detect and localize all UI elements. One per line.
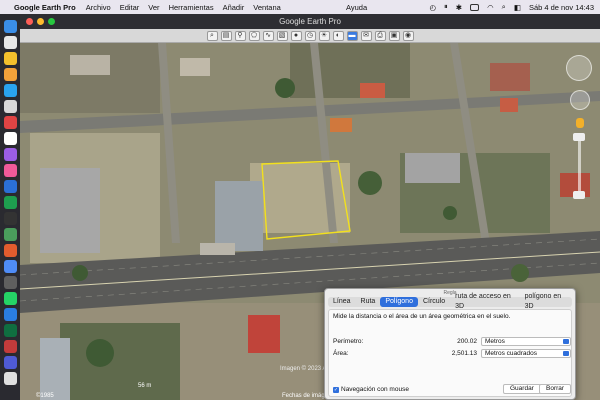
area-row: Área: 2,501.13 Metros cuadrados: [333, 349, 571, 358]
add-polygon-icon[interactable]: ⬠: [248, 30, 260, 41]
zoom-in-button[interactable]: [573, 133, 585, 141]
search-panel-icon[interactable]: ⌕: [206, 30, 218, 41]
pause-icon[interactable]: ⏸: [444, 2, 448, 12]
perimeter-value: 200.02: [457, 338, 477, 345]
window-titlebar: Google Earth Pro: [20, 14, 600, 29]
maps-icon[interactable]: ◉: [402, 30, 414, 41]
wifi-icon[interactable]: ◠: [487, 3, 494, 12]
ruler-dialog: Regla Línea Ruta Polígono Círculo ruta d…: [324, 288, 576, 400]
zoom-window-button[interactable]: [48, 18, 55, 25]
app-icon[interactable]: [3, 180, 17, 193]
perimeter-row: Perímetro: 200.02 Metros: [333, 337, 571, 346]
chrome-icon[interactable]: [3, 260, 17, 273]
look-joystick-icon[interactable]: [566, 55, 592, 81]
tab-ruta[interactable]: Ruta: [356, 297, 381, 307]
macos-menubar: Google Earth Pro Archivo Editar Ver Herr…: [0, 0, 600, 14]
clear-button[interactable]: Borrar: [539, 384, 572, 394]
perimeter-unit-text: Metros: [485, 338, 505, 345]
tab-poligono[interactable]: Polígono: [380, 297, 418, 307]
historical-imagery-icon[interactable]: ◷: [304, 30, 316, 41]
save-button[interactable]: Guardar: [503, 384, 541, 394]
area-unit-text: Metros cuadrados: [485, 350, 538, 357]
zoom-out-button[interactable]: [573, 191, 585, 199]
sunlight-icon[interactable]: ☀: [318, 30, 330, 41]
sidebar-toggle-icon[interactable]: ▤: [220, 30, 232, 41]
app-name-menu[interactable]: Google Earth Pro: [14, 3, 76, 12]
area-label: Área:: [333, 350, 349, 357]
move-joystick-icon[interactable]: [570, 90, 590, 110]
siri-icon[interactable]: ◴: [430, 3, 437, 12]
menu-anadir[interactable]: Añadir: [223, 3, 245, 12]
app-icon[interactable]: [3, 308, 17, 321]
battery-icon[interactable]: [470, 3, 480, 11]
menu-editar[interactable]: Editar: [120, 3, 140, 12]
print-icon[interactable]: ⎙: [374, 30, 386, 41]
perimeter-unit-select[interactable]: Metros: [481, 337, 571, 346]
email-icon[interactable]: ✉: [360, 30, 372, 41]
app-icon[interactable]: [3, 340, 17, 353]
google-earth-icon[interactable]: [3, 228, 17, 241]
mouse-navigation-option[interactable]: ✓ Navegación con mouse: [333, 386, 409, 393]
tab-linea[interactable]: Línea: [328, 297, 356, 307]
tab-circulo[interactable]: Círculo: [418, 297, 450, 307]
close-window-button[interactable]: [26, 18, 33, 25]
notes-icon[interactable]: [3, 52, 17, 65]
area-value: 2,501.13: [451, 350, 477, 357]
save-image-icon[interactable]: ▣: [388, 30, 400, 41]
zoom-slider[interactable]: [578, 135, 581, 195]
add-path-icon[interactable]: ∿: [262, 30, 274, 41]
area-unit-select[interactable]: Metros cuadrados: [481, 349, 571, 358]
copyright-text: ©1985: [36, 393, 54, 399]
ruler-icon[interactable]: ▬: [346, 30, 358, 41]
ruler-description: Mide la distancia o el área de un área g…: [333, 313, 511, 320]
ruler-tabs: Línea Ruta Polígono Círculo ruta de acce…: [328, 293, 572, 310]
toolbar: ⌕ ▤ ⚲ ⬠ ∿ ▧ ● ◷ ☀ ◐ ▬ ✉ ⎙ ▣ ◉: [20, 29, 600, 43]
search-icon[interactable]: ⌕: [502, 2, 506, 12]
window-title: Google Earth Pro: [279, 17, 341, 26]
ruler-panel: Mide la distancia o el área de un área g…: [328, 309, 572, 397]
add-overlay-icon[interactable]: ▧: [276, 30, 288, 41]
firefox-icon[interactable]: [3, 244, 17, 257]
app-icon[interactable]: [3, 148, 17, 161]
app-icon[interactable]: [3, 356, 17, 369]
app-icon[interactable]: [3, 100, 17, 113]
app-icon[interactable]: [3, 68, 17, 81]
menu-ver[interactable]: Ver: [148, 3, 159, 12]
record-tour-icon[interactable]: ●: [290, 30, 302, 41]
perimeter-label: Perímetro:: [333, 338, 364, 345]
calendar-icon[interactable]: [3, 132, 17, 145]
clock-text[interactable]: Sáb 4 de nov 14:43: [529, 3, 594, 12]
street-view-pegman-icon[interactable]: [576, 118, 584, 128]
checkbox-checked-icon[interactable]: ✓: [333, 386, 339, 393]
app-icon[interactable]: [3, 164, 17, 177]
menu-ventana[interactable]: Ventana: [253, 3, 281, 12]
app-icon[interactable]: [3, 212, 17, 225]
chevron-down-icon: [563, 351, 569, 356]
app-icon[interactable]: [3, 116, 17, 129]
safari-icon[interactable]: [3, 84, 17, 97]
bluetooth-icon[interactable]: ✱: [456, 3, 462, 12]
mouse-navigation-label: Navegación con mouse: [341, 386, 409, 393]
app-icon[interactable]: [3, 276, 17, 289]
app-icon[interactable]: [3, 196, 17, 209]
planets-icon[interactable]: ◐: [332, 30, 344, 41]
whatsapp-icon[interactable]: [3, 292, 17, 305]
add-placemark-icon[interactable]: ⚲: [234, 30, 246, 41]
launchpad-icon[interactable]: [3, 36, 17, 49]
menu-archivo[interactable]: Archivo: [86, 3, 111, 12]
dock: [0, 14, 20, 400]
app-icon[interactable]: [3, 372, 17, 385]
menu-herramientas[interactable]: Herramientas: [169, 3, 214, 12]
chevron-down-icon: [563, 339, 569, 344]
finder-icon[interactable]: [3, 20, 17, 33]
menu-ayuda[interactable]: Ayuda: [346, 3, 367, 12]
minimize-window-button[interactable]: [37, 18, 44, 25]
control-center-icon[interactable]: ◧: [514, 3, 521, 12]
app-icon[interactable]: [3, 324, 17, 337]
scale-text: 56 m: [138, 383, 152, 389]
